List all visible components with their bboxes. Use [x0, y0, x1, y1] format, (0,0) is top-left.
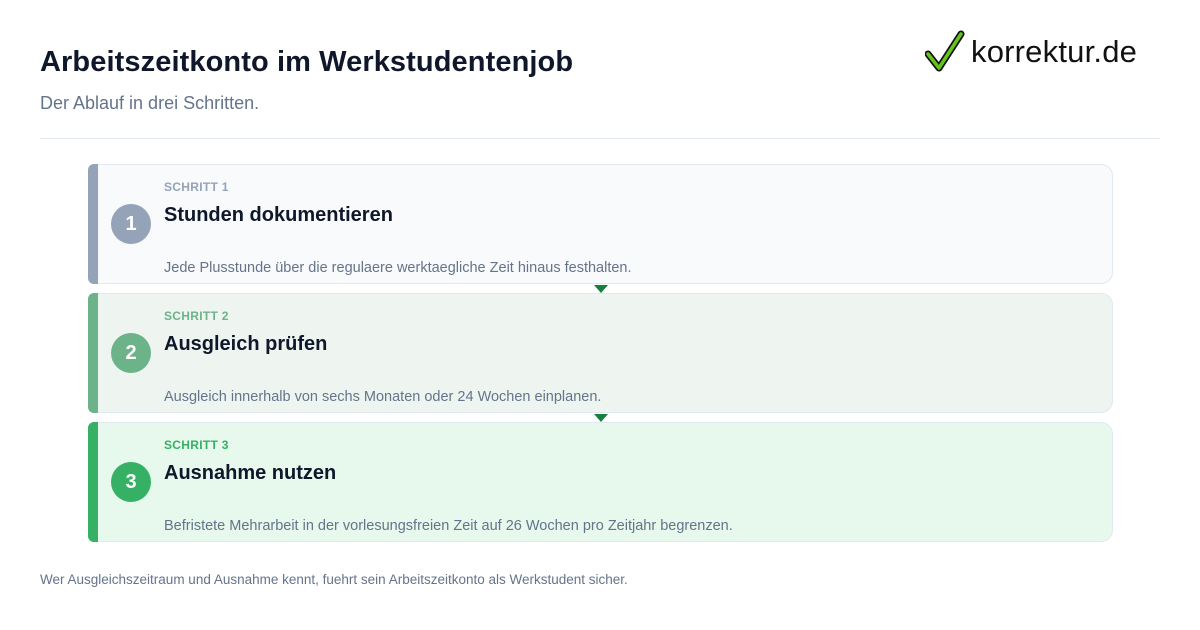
steps-list: 1 SCHRITT 1 Stunden dokumentieren Jede P… — [88, 164, 1113, 551]
step-description: Befristete Mehrarbeit in der vorlesungsf… — [164, 518, 733, 534]
page-title: Arbeitszeitkonto im Werkstudentenjob — [40, 46, 574, 78]
step-number-badge: 2 — [111, 333, 151, 373]
logo-text: korrektur.de — [971, 34, 1138, 69]
brand-logo[interactable]: korrektur.de — [925, 30, 1137, 74]
step-card-2: 2 SCHRITT 2 Ausgleich prüfen Ausgleich i… — [88, 293, 1113, 422]
checkmark-icon — [925, 30, 965, 72]
step-description: Ausgleich innerhalb von sechs Monaten od… — [164, 389, 602, 405]
step-label: SCHRITT 2 — [164, 309, 229, 323]
step-card-3: 3 SCHRITT 3 Ausnahme nutzen Befristete M… — [88, 422, 1113, 542]
step-label: SCHRITT 1 — [164, 180, 229, 194]
step-label: SCHRITT 3 — [164, 438, 229, 452]
step-title: Stunden dokumentieren — [164, 204, 393, 226]
step-accent-bar — [88, 164, 98, 284]
arrow-down-icon — [594, 285, 608, 293]
step-accent-bar — [88, 422, 98, 542]
footer-note: Wer Ausgleichszeitraum und Ausnahme kenn… — [40, 572, 628, 587]
step-number-badge: 3 — [111, 462, 151, 502]
header-divider — [40, 138, 1160, 139]
step-title: Ausgleich prüfen — [164, 333, 328, 355]
step-title: Ausnahme nutzen — [164, 462, 337, 484]
page: Arbeitszeitkonto im Werkstudentenjob Der… — [0, 0, 1200, 630]
page-subtitle: Der Ablauf in drei Schritten. — [40, 93, 260, 113]
step-number-badge: 1 — [111, 204, 151, 244]
step-accent-bar — [88, 293, 98, 413]
arrow-down-icon — [594, 414, 608, 422]
step-card-1: 1 SCHRITT 1 Stunden dokumentieren Jede P… — [88, 164, 1113, 293]
step-description: Jede Plusstunde über die regulaere werkt… — [164, 260, 632, 276]
